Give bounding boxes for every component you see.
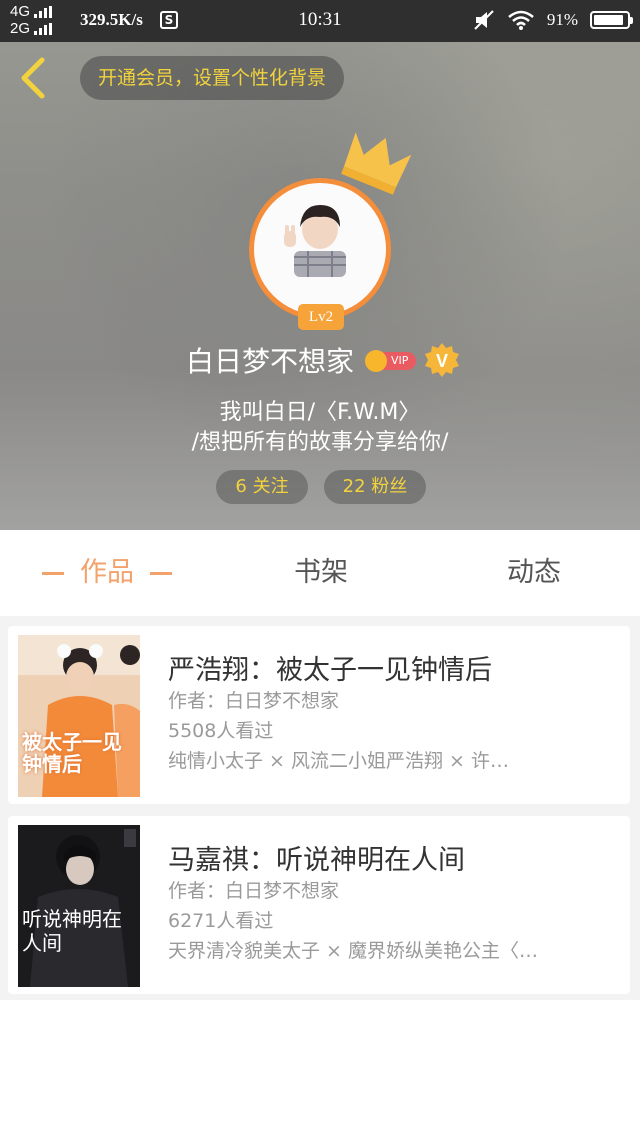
work-views: 6271人看过 bbox=[168, 910, 274, 932]
work-author: 作者：白日梦不想家 bbox=[168, 880, 340, 902]
vip-coin-icon bbox=[365, 350, 387, 372]
book-cover-art bbox=[18, 825, 140, 987]
tab-bookshelf[interactable]: 书架 bbox=[214, 530, 428, 616]
hand-icon bbox=[284, 225, 296, 247]
work-title[interactable]: 严浩翔：被太子一见钟情后 bbox=[168, 648, 492, 687]
tab-works-label: 作品 bbox=[80, 557, 134, 588]
svg-text:V: V bbox=[436, 351, 448, 371]
profile-tabs: 作品 书架 动态 bbox=[0, 530, 640, 616]
vip-promo-button[interactable]: 开通会员，设置个性化背景 bbox=[80, 56, 345, 100]
battery-percent: 91% bbox=[546, 10, 578, 29]
active-dash-right bbox=[150, 572, 172, 575]
username: 白日梦不想家 bbox=[186, 345, 355, 378]
work-description: 纯情小太子 × 风流二小姐严浩翔 × 许… bbox=[168, 750, 509, 772]
work-description: 天界清冷貌美太子 × 魔界娇纵美艳公主〈… bbox=[168, 940, 539, 962]
battery-icon bbox=[590, 11, 633, 29]
chevron-left-icon bbox=[21, 57, 45, 99]
back-button[interactable] bbox=[14, 54, 54, 102]
book-cover[interactable]: 被太子一见钟情后 bbox=[18, 635, 140, 797]
bio-line-2: /想把所有的故事分享给你/ bbox=[191, 430, 449, 455]
mute-icon bbox=[474, 10, 494, 30]
work-title[interactable]: 马嘉祺：听说神明在人间 bbox=[168, 838, 465, 877]
list-item[interactable]: 被太子一见钟情后 严浩翔：被太子一见钟情后 作者：白日梦不想家 5508人看过 … bbox=[8, 626, 630, 804]
active-dash-left bbox=[42, 572, 64, 575]
tab-works[interactable]: 作品 bbox=[0, 530, 214, 616]
wifi-icon bbox=[508, 10, 534, 30]
following-button[interactable]: 6 关注 bbox=[216, 470, 308, 504]
work-author: 作者：白日梦不想家 bbox=[168, 690, 340, 712]
tab-feed[interactable]: 动态 bbox=[428, 530, 640, 616]
status-bar: 4G 2G 329.5K/s S 10:31 91% bbox=[0, 0, 640, 42]
list-item[interactable]: 听说神明在人间 马嘉祺：听说神明在人间 作者：白日梦不想家 6271人看过 天界… bbox=[8, 816, 630, 994]
cover-title: 被太子一见钟情后 bbox=[22, 730, 122, 776]
profile-header: 开通会员，设置个性化背景 Lv2 白日梦不想家 VIP V 我叫白日/〈F.W.… bbox=[0, 0, 640, 530]
work-views: 5508人看过 bbox=[168, 720, 274, 742]
avatar[interactable] bbox=[249, 178, 391, 320]
level-badge: Lv2 bbox=[298, 304, 344, 330]
works-list: 被太子一见钟情后 严浩翔：被太子一见钟情后 作者：白日梦不想家 5508人看过 … bbox=[0, 616, 640, 1000]
verified-v-icon[interactable]: V bbox=[424, 342, 460, 378]
bio-line-1: 我叫白日/〈F.W.M〉 bbox=[219, 400, 421, 425]
book-cover[interactable]: 听说神明在人间 bbox=[18, 825, 140, 987]
vip-badge[interactable]: VIP bbox=[365, 348, 417, 374]
cover-title: 听说神明在人间 bbox=[22, 907, 122, 955]
followers-button[interactable]: 22 粉丝 bbox=[324, 470, 426, 504]
